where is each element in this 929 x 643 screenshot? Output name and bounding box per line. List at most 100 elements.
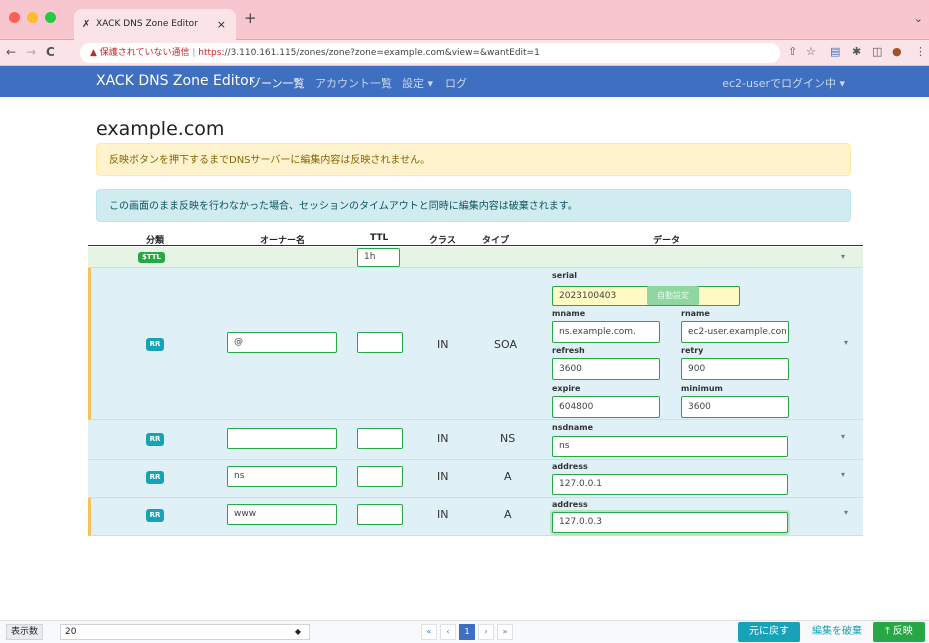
address-bar-row: ← → C ▲ 保護されていない通信 | https://3.110.161.1… [0,40,929,66]
insecure-warning-icon: ▲ [90,48,100,58]
ttl-badge: $TTL [138,252,165,263]
browser-tab[interactable]: ✗ XACK DNS Zone Editor × [74,9,236,40]
header-class: クラス [429,236,456,246]
nav-settings-dropdown[interactable]: 設定 ▾ [402,75,433,91]
minimum-label: minimum [681,384,723,393]
mname-input[interactable]: ns.example.com. [552,321,660,343]
refresh-label: refresh [552,346,585,355]
brand-link[interactable]: XACK DNS Zone Editor [96,73,254,89]
ttl-input[interactable] [357,504,403,525]
tab-close-icon[interactable]: × [217,9,226,40]
minimum-input[interactable]: 3600 [681,396,789,418]
ttl-input[interactable] [357,466,403,487]
per-page-select[interactable]: 20 ◆ [60,624,310,640]
rr-badge: RR [146,338,164,351]
select-arrow-icon: ◆ [294,627,301,636]
owner-input[interactable] [227,428,337,449]
a-record-row: RR www IN A address 127.0.0.3 ▾ [88,498,863,536]
warning-alert: 反映ボタンを押下するまでDNSサーバーに編集内容は反映されません。 [96,143,851,176]
type-value: A [504,508,512,521]
forward-icon[interactable]: → [26,45,36,59]
extension-icon[interactable]: ▤ [830,45,840,58]
page-last[interactable]: » [497,624,513,640]
nsdname-input[interactable]: ns [552,436,788,457]
puzzle-extensions-icon[interactable]: ✱ [852,45,861,58]
retry-label: retry [681,346,704,355]
owner-input[interactable]: @ [227,332,337,353]
per-page-label: 表示数 [6,624,44,640]
row-menu-caret-icon[interactable]: ▾ [844,338,848,347]
tab-list-chevron-icon[interactable]: ⌄ [914,12,923,25]
new-tab-button[interactable]: + [244,9,257,27]
table-header: 分類 オーナー名 TTL クラス タイプ データ [88,232,863,246]
rr-badge: RR [146,433,164,446]
address-input[interactable]: 127.0.0.3 [552,512,788,533]
bookmark-star-icon[interactable]: ☆ [806,45,816,58]
page-first[interactable]: « [421,624,437,640]
class-value: IN [437,338,449,351]
rname-label: rname [681,309,710,318]
header-owner: オーナー名 [260,236,306,246]
class-value: IN [437,432,449,445]
rr-badge: RR [146,509,164,522]
refresh-input[interactable]: 3600 [552,358,660,380]
sidebar-icon[interactable]: ◫ [872,45,882,58]
nav-log[interactable]: ログ [445,75,467,91]
per-page-value: 20 [65,627,77,637]
app-navbar: XACK DNS Zone Editor ゾーン一覧 アカウント一覧 設定 ▾ … [0,66,929,97]
header-kind: 分類 [146,236,165,246]
type-value: A [504,470,512,483]
page-current[interactable]: 1 [459,624,475,640]
reload-icon[interactable]: C [46,45,55,59]
owner-input[interactable]: www [227,504,337,525]
rname-input[interactable]: ec2-user.example.con [681,321,789,343]
mname-label: mname [552,309,586,318]
browser-menu-icon[interactable]: ⋮ [915,45,926,58]
expire-label: expire [552,384,581,393]
class-value: IN [437,470,449,483]
url-field[interactable]: ▲ 保護されていない通信 | https://3.110.161.115/zon… [80,43,780,63]
info-alert: この画面のまま反映を行わなかった場合、セッションのタイムアウトと同時に編集内容は… [96,189,851,222]
url-scheme: https [198,48,222,58]
nav-zone-list[interactable]: ゾーン一覧 [250,75,304,91]
row-menu-caret-icon[interactable]: ▾ [841,252,845,261]
nav-account-list[interactable]: アカウント一覧 [315,75,392,91]
insecure-label: 保護されていない通信 [99,48,190,58]
auto-serial-button[interactable]: 自動設定 [647,286,699,305]
page-next[interactable]: › [478,624,494,640]
page-title: example.com [96,118,225,140]
address-label: address [552,462,588,471]
discard-button[interactable]: 編集を破棄 [806,622,868,642]
row-menu-caret-icon[interactable]: ▾ [844,508,848,517]
a-record-row: RR ns IN A address 127.0.0.1 ▾ [88,460,863,498]
soa-record-row: RR @ IN SOA serial 2023100403 mname rnam… [88,268,863,420]
class-value: IN [437,508,449,521]
ns-record-row: RR IN NS nsdname ns ▾ [88,420,863,460]
serial-input[interactable]: 2023100403 [552,286,740,306]
serial-label: serial [552,271,578,280]
page-prev[interactable]: ‹ [440,624,456,640]
row-menu-caret-icon[interactable]: ▾ [841,432,845,441]
row-menu-caret-icon[interactable]: ▾ [841,470,845,479]
apply-button[interactable]: ⤒ 反映 [873,622,925,642]
ttl-input[interactable] [357,428,403,449]
owner-input[interactable]: ns [227,466,337,487]
maximize-window-dot[interactable] [45,12,56,23]
back-icon[interactable]: ← [6,45,16,59]
address-input[interactable]: 127.0.0.1 [552,474,788,495]
profile-avatar[interactable]: ● [892,45,902,58]
ttl-row: $TTL 1h ▾ [88,247,863,268]
ttl-input[interactable]: 1h [357,248,400,267]
type-value: NS [500,432,516,445]
share-icon[interactable]: ⇧ [788,45,797,58]
type-value: SOA [494,338,517,351]
tab-title: XACK DNS Zone Editor [96,19,198,29]
ttl-input[interactable] [357,332,403,353]
expire-input[interactable]: 604800 [552,396,660,418]
user-menu-dropdown[interactable]: ec2-userでログイン中 ▾ [722,75,845,91]
revert-button[interactable]: 元に戻す [738,622,800,642]
retry-input[interactable]: 900 [681,358,789,380]
close-window-dot[interactable] [9,12,20,23]
minimize-window-dot[interactable] [27,12,38,23]
footer-bar: 表示数 20 ◆ « ‹ 1 › » 元に戻す 編集を破棄 ⤒ 反映 [0,620,929,643]
